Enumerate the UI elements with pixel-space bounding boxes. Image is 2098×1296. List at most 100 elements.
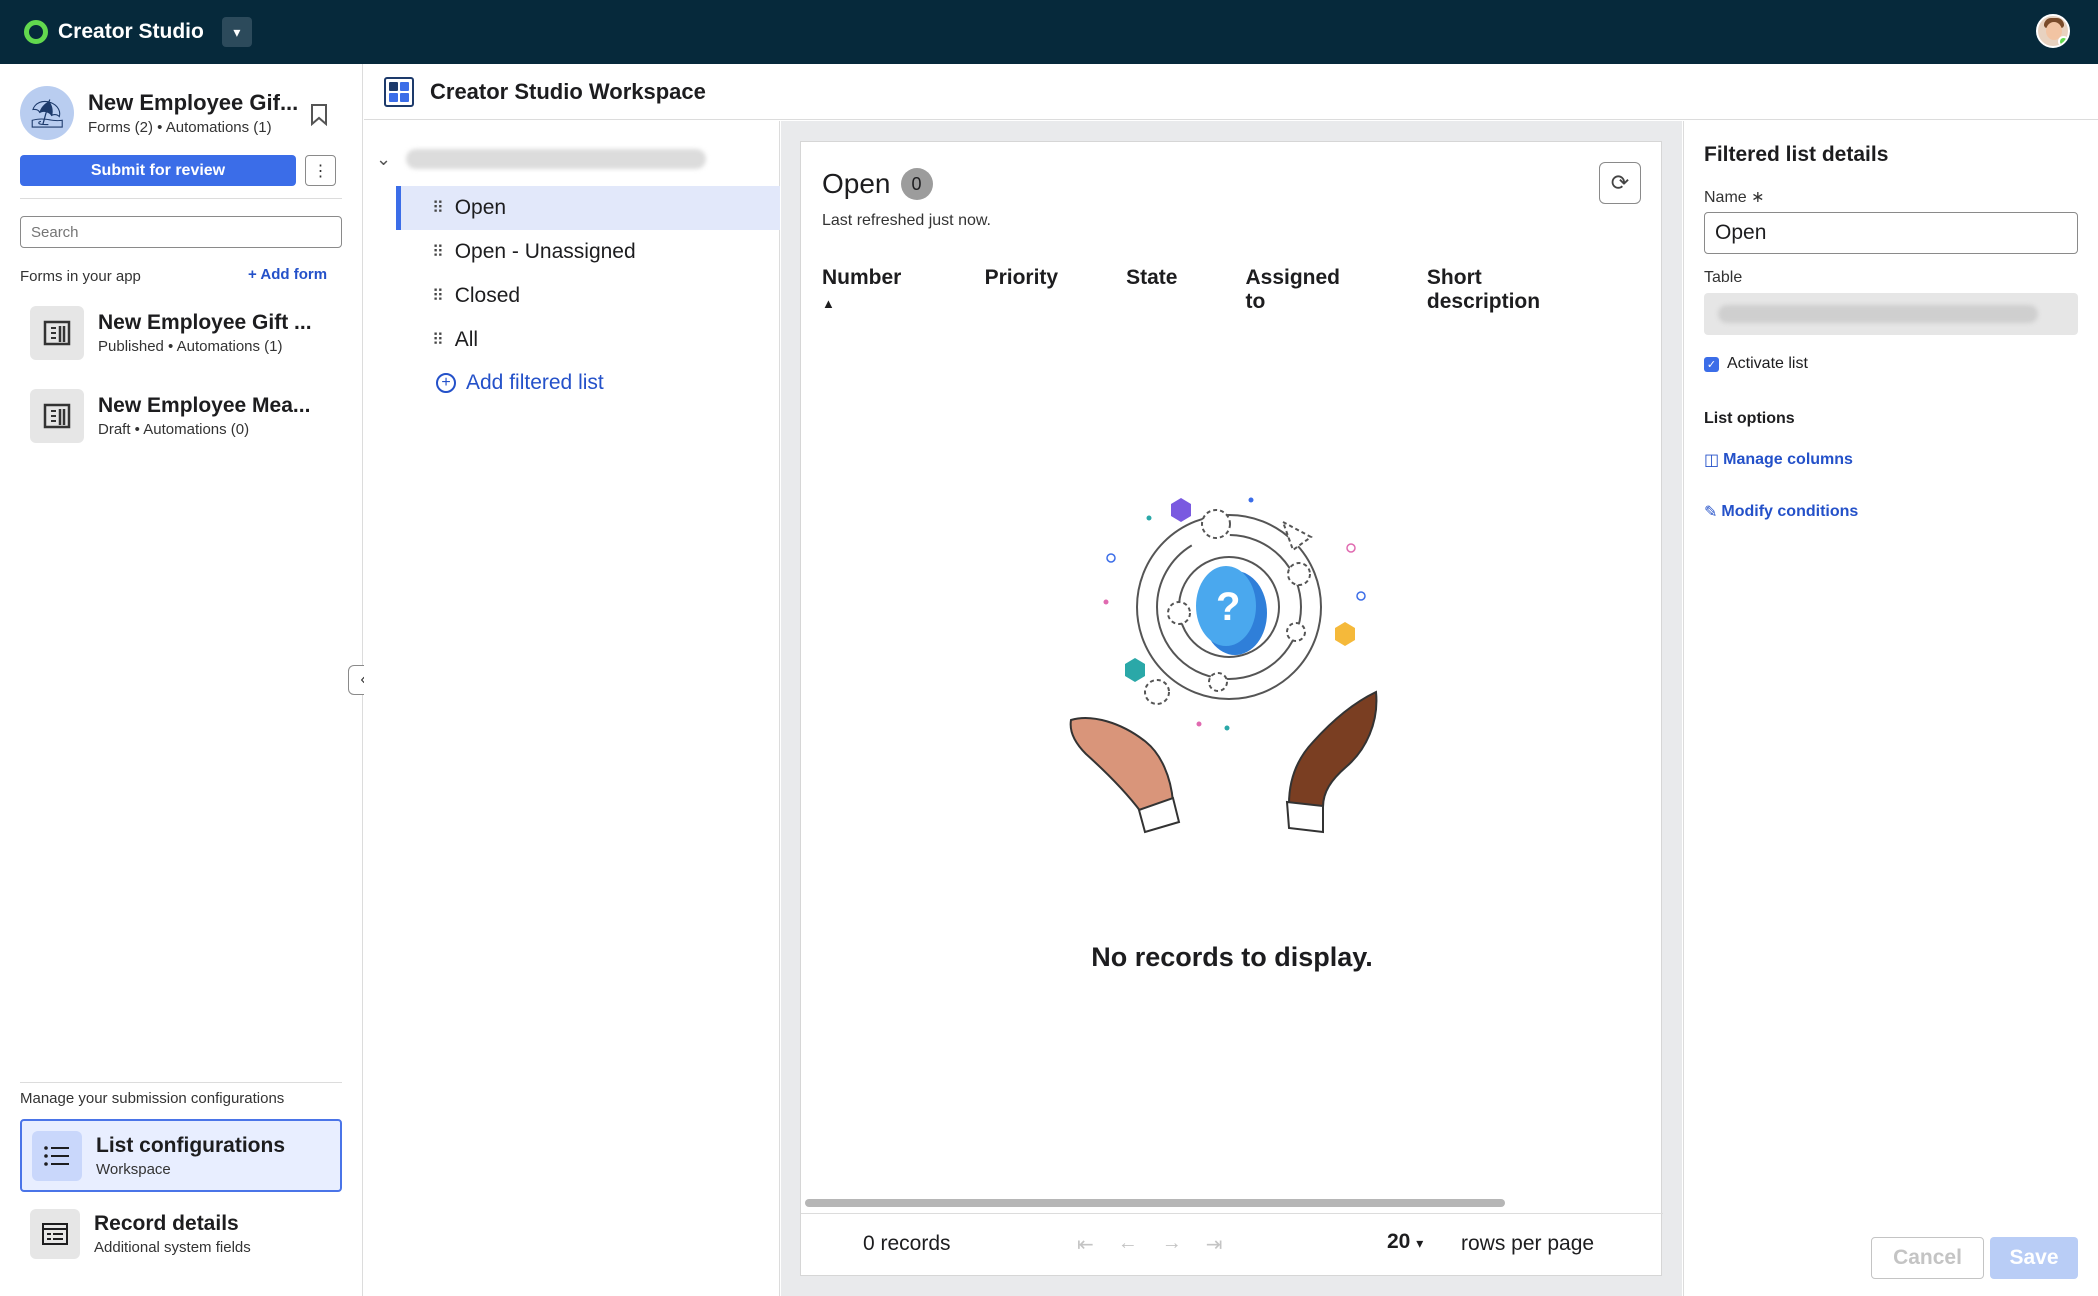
nav-list-configurations[interactable]: List configurations Workspace xyxy=(20,1119,342,1192)
refresh-button[interactable]: ⟳ xyxy=(1599,162,1641,204)
column-headers: Number ▲ Priority State Assigned to Shor… xyxy=(822,266,1661,314)
column-header[interactable]: Assigned to xyxy=(1245,266,1358,314)
next-page-icon[interactable]: → xyxy=(1162,1232,1182,1257)
column-header[interactable]: State xyxy=(1126,266,1177,314)
table-label: Table xyxy=(1704,269,1743,286)
refresh-icon: ⟳ xyxy=(1610,170,1630,195)
column-header[interactable]: Short description xyxy=(1427,266,1591,314)
column-header[interactable]: Number ▲ xyxy=(822,266,915,314)
svg-text:?: ? xyxy=(1216,585,1240,629)
divider xyxy=(20,1082,342,1083)
cancel-button[interactable]: Cancel xyxy=(1871,1237,1984,1279)
horizontal-scrollbar[interactable] xyxy=(805,1199,1505,1207)
brand[interactable]: Creator Studio ▾ xyxy=(24,17,252,47)
form-subtitle: Published • Automations (1) xyxy=(98,338,283,355)
drag-handle-icon[interactable]: ⠿ xyxy=(432,242,444,262)
tree-item-label: Open - Unassigned xyxy=(454,240,636,263)
form-item[interactable]: New Employee Gift ... Published • Automa… xyxy=(30,306,312,360)
panel-title: Filtered list details xyxy=(1704,143,1889,166)
manage-columns-link[interactable]: ◫ Manage columns xyxy=(1704,450,1853,470)
previous-page-icon[interactable]: ← xyxy=(1118,1232,1138,1257)
divider xyxy=(20,198,342,199)
manage-section-label: Manage your submission configurations xyxy=(20,1090,285,1107)
filtered-list-details-panel: Filtered list details Name ∗ Table ✓ Act… xyxy=(1683,121,2098,1296)
caret-down-icon[interactable]: ▾ xyxy=(221,17,252,47)
beach-umbrella-icon: ⛱ xyxy=(20,86,74,140)
last-refreshed: Last refreshed just now. xyxy=(822,212,991,229)
form-item[interactable]: New Employee Mea... Draft • Automations … xyxy=(30,389,310,443)
list-preview: Open 0 Last refreshed just now. ⟳ Number… xyxy=(800,141,1663,1277)
tree-item-open-unassigned[interactable]: ⠿ Open - Unassigned xyxy=(396,230,780,274)
online-status-icon xyxy=(2058,36,2068,46)
tree-item-all[interactable]: ⠿ All xyxy=(396,318,780,362)
app-header: ⛱ New Employee Gif... Forms (2) • Automa… xyxy=(20,86,298,140)
first-page-icon[interactable]: ⇤ xyxy=(1077,1232,1094,1257)
activate-list-checkbox[interactable]: ✓ Activate list xyxy=(1704,355,1808,373)
checkbox-checked-icon[interactable]: ✓ xyxy=(1704,356,1719,372)
forms-section-label: Forms in your app xyxy=(20,268,141,285)
user-avatar-icon[interactable] xyxy=(2036,14,2070,48)
form-title: New Employee Mea... xyxy=(98,394,311,417)
app-name: New Employee Gif... xyxy=(88,90,299,115)
columns-icon: ◫ xyxy=(1704,452,1720,469)
add-form-link[interactable]: + Add form xyxy=(248,266,327,283)
form-icon xyxy=(30,389,84,443)
required-icon: ∗ xyxy=(1751,189,1765,206)
list-title: Open xyxy=(822,168,891,199)
table-name-blurred xyxy=(406,149,706,169)
nav-subtitle: Workspace xyxy=(96,1160,171,1178)
tree-item-label: All xyxy=(454,328,479,351)
plus-circle-icon: + xyxy=(436,373,456,393)
left-sidebar: ⛱ New Employee Gif... Forms (2) • Automa… xyxy=(0,64,363,1296)
search-input[interactable] xyxy=(20,216,342,248)
name-field[interactable] xyxy=(1704,212,2078,254)
empty-state-illustration: ? xyxy=(1069,497,1378,834)
drag-handle-icon[interactable]: ⠿ xyxy=(432,286,444,306)
app-subtitle: Forms (2) • Automations (1) xyxy=(88,119,272,136)
table-field xyxy=(1704,293,2078,335)
tree-item-open[interactable]: ⠿ Open xyxy=(396,186,780,230)
bookmark-icon[interactable] xyxy=(310,104,330,128)
submit-for-review-button[interactable]: Submit for review xyxy=(20,155,296,186)
workspace-title: Creator Studio Workspace xyxy=(430,78,706,104)
add-filtered-list-link[interactable]: + Add filtered list xyxy=(436,371,604,395)
name-label: Name ∗ xyxy=(1704,189,1765,206)
list-tree: ⌄ ⠿ Open ⠿ Open - Unassigned ⠿ Closed ⠿ … xyxy=(364,121,780,1296)
chevron-down-icon[interactable]: ⌄ xyxy=(376,149,391,170)
rows-per-page-select[interactable]: 20 ▾ xyxy=(1387,1230,1423,1254)
workspace-header: Creator Studio Workspace xyxy=(364,64,2098,120)
more-options-button[interactable]: ⋮ xyxy=(305,155,336,186)
list-icon xyxy=(32,1130,82,1181)
brand-name: Creator Studio xyxy=(58,20,204,43)
record-count: 0 records xyxy=(863,1232,951,1255)
caret-down-icon: ▾ xyxy=(1416,1235,1424,1251)
column-header[interactable]: Priority xyxy=(985,266,1059,314)
nav-subtitle: Additional system fields xyxy=(94,1238,251,1256)
workspace-icon xyxy=(384,76,414,107)
last-page-icon[interactable]: ⇥ xyxy=(1206,1232,1223,1257)
form-subtitle: Draft • Automations (0) xyxy=(98,421,250,438)
empty-state-message: No records to display. xyxy=(1091,942,1373,972)
nav-record-details[interactable]: Record details Additional system fields xyxy=(20,1197,342,1270)
sort-asc-icon: ▲ xyxy=(822,296,835,311)
add-filtered-list-label: Add filtered list xyxy=(466,371,604,394)
drag-handle-icon[interactable]: ⠿ xyxy=(432,330,444,350)
nav-title: List configurations xyxy=(96,1133,285,1157)
pagination-footer: 0 records ⇤ ← → ⇥ 20 ▾ rows per page xyxy=(801,1213,1663,1277)
pencil-icon: ✎ xyxy=(1704,504,1718,521)
tree-item-label: Closed xyxy=(454,284,521,307)
tree-item-label: Open xyxy=(454,196,507,219)
tree-item-closed[interactable]: ⠿ Closed xyxy=(396,274,780,318)
record-icon xyxy=(30,1208,80,1259)
rows-per-page-label: rows per page xyxy=(1461,1232,1595,1255)
save-button[interactable]: Save xyxy=(1990,1237,2078,1279)
form-icon xyxy=(30,306,84,360)
modify-conditions-link[interactable]: ✎ Modify conditions xyxy=(1704,502,1858,522)
drag-handle-icon[interactable]: ⠿ xyxy=(432,198,444,218)
top-bar: Creator Studio ▾ xyxy=(0,0,2098,64)
pager: ⇤ ← → ⇥ xyxy=(1077,1232,1223,1257)
count-badge: 0 xyxy=(900,168,933,200)
creator-studio-logo-icon xyxy=(24,20,48,44)
form-title: New Employee Gift ... xyxy=(98,311,312,334)
preview-title: Open 0 xyxy=(822,168,933,200)
